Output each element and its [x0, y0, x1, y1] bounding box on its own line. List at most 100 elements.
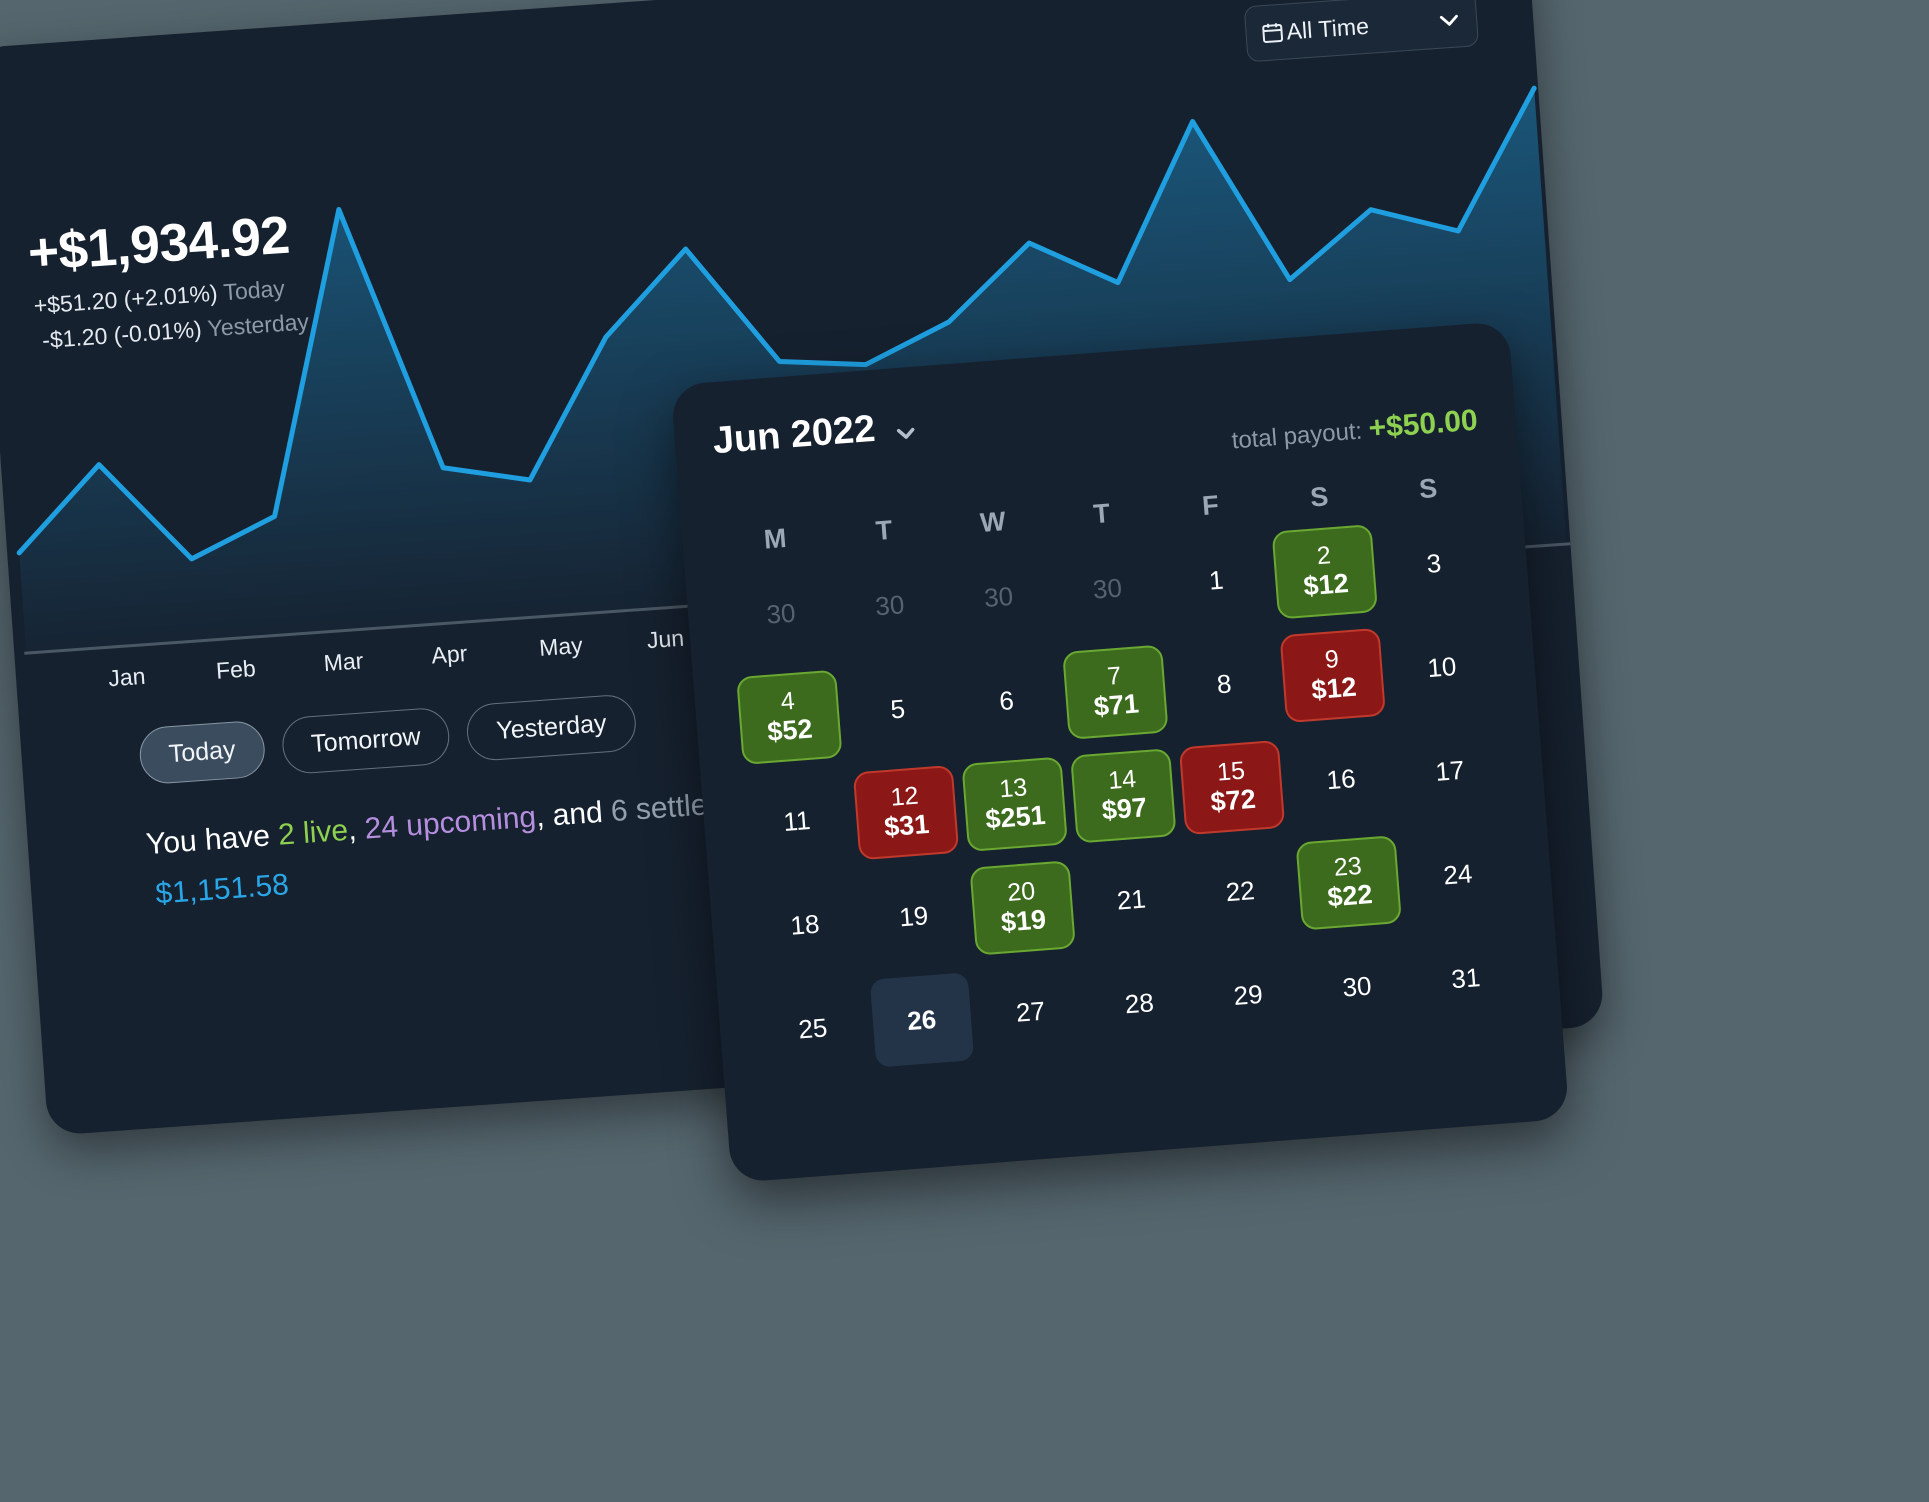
- day-payout-box[interactable]: 12 $31: [852, 764, 959, 861]
- calendar-day-21[interactable]: 21: [1073, 851, 1189, 949]
- x-tick-jan: Jan: [107, 662, 147, 692]
- calendar-day-14[interactable]: 14 $97: [1066, 747, 1182, 845]
- day-payout-box[interactable]: 9 $12: [1279, 627, 1387, 724]
- day-number: 24: [1442, 857, 1474, 891]
- calendar-day-1[interactable]: 1: [1158, 531, 1274, 629]
- x-tick-apr: Apr: [430, 639, 469, 669]
- day-payout-box[interactable]: 23 $22: [1295, 835, 1403, 931]
- calendar-day-4[interactable]: 4 $52: [731, 668, 847, 766]
- day-amount: $22: [1326, 878, 1374, 913]
- calendar-day-30: 30: [723, 565, 839, 663]
- x-tick-jun: Jun: [646, 624, 685, 654]
- calendar-icon: [1260, 20, 1286, 46]
- calendar-day-15[interactable]: 15 $72: [1174, 738, 1290, 836]
- calendar-day-31[interactable]: 31: [1408, 929, 1524, 1027]
- day-amount: $52: [766, 713, 814, 747]
- calendar-day-20[interactable]: 20 $19: [965, 859, 1081, 957]
- day-amount: $97: [1100, 791, 1148, 826]
- day-number: 23: [1332, 851, 1363, 882]
- day-number: 17: [1434, 754, 1466, 787]
- calendar-day-3[interactable]: 3: [1376, 514, 1492, 612]
- bets-sep-2: , and: [534, 795, 613, 834]
- payout-calendar-card: Jun 2022 total payout: +$50.00 M T W T F S S 3…: [670, 320, 1570, 1184]
- calendar-day-9[interactable]: 9 $12: [1275, 626, 1391, 724]
- bets-total-amount: $1,151.58: [154, 868, 290, 911]
- calendar-day-26[interactable]: 26: [864, 971, 980, 1069]
- day-number: 21: [1115, 883, 1147, 916]
- day-number: 2: [1315, 540, 1332, 570]
- day-number: 30: [1341, 969, 1373, 1003]
- calendar-day-13[interactable]: 13 $251: [957, 755, 1073, 853]
- today-highlight[interactable]: 26: [869, 972, 974, 1068]
- calendar-day-11[interactable]: 11: [739, 772, 855, 870]
- pill-yesterday-label: Yesterday: [495, 709, 608, 746]
- timeframe-select[interactable]: All Time: [1243, 0, 1480, 63]
- bets-upcoming-count[interactable]: 24 upcoming: [363, 801, 537, 846]
- day-amount: $71: [1092, 688, 1140, 722]
- calendar-day-23[interactable]: 23 $22: [1291, 834, 1407, 932]
- calendar-day-17[interactable]: 17: [1392, 722, 1508, 820]
- calendar-day-28[interactable]: 28: [1081, 954, 1197, 1052]
- day-number: 27: [1014, 995, 1047, 1028]
- calendar-day-27[interactable]: 27: [973, 963, 1089, 1061]
- day-payout-box[interactable]: 4 $52: [735, 669, 843, 766]
- chevron-down-icon: [1435, 6, 1463, 34]
- calendar-day-8[interactable]: 8: [1166, 635, 1282, 733]
- calendar-header: Jun 2022 total payout: +$50.00: [711, 358, 1479, 496]
- day-number: 30: [982, 580, 1015, 613]
- day-payout-box[interactable]: 2 $12: [1271, 524, 1379, 620]
- weekday-2: W: [978, 506, 1007, 539]
- calendar-day-6[interactable]: 6: [949, 651, 1065, 749]
- calendar-day-30[interactable]: 30: [1299, 937, 1415, 1035]
- x-tick-may: May: [538, 631, 584, 661]
- calendar-day-25[interactable]: 25: [755, 979, 871, 1077]
- day-number: 11: [782, 804, 812, 837]
- pill-today-label: Today: [167, 735, 237, 769]
- day-number: 9: [1323, 644, 1340, 674]
- day-payout-box[interactable]: 7 $71: [1062, 644, 1169, 740]
- day-number: 3: [1425, 547, 1443, 579]
- day-number: 14: [1107, 764, 1138, 795]
- pill-yesterday[interactable]: Yesterday: [465, 693, 638, 763]
- calendar-day-12[interactable]: 12 $31: [848, 764, 964, 862]
- calendar-day-7[interactable]: 7 $71: [1058, 643, 1174, 741]
- calendar-day-18[interactable]: 18: [747, 876, 863, 974]
- day-payout-box[interactable]: 13 $251: [961, 756, 1068, 852]
- calendar-day-30: 30: [941, 548, 1057, 646]
- timeframe-label: All Time: [1285, 12, 1370, 44]
- calendar-day-16[interactable]: 16: [1283, 730, 1399, 828]
- chevron-down-icon: [890, 412, 920, 442]
- day-number: 8: [1215, 667, 1233, 699]
- month-selector[interactable]: Jun 2022: [711, 405, 920, 464]
- calendar-day-5[interactable]: 5: [840, 660, 956, 758]
- pill-tomorrow[interactable]: Tomorrow: [280, 706, 452, 776]
- day-number: 4: [779, 686, 796, 716]
- calendar-day-22[interactable]: 22: [1182, 842, 1298, 940]
- day-number: 7: [1106, 661, 1123, 691]
- day-payout-box[interactable]: 14 $97: [1070, 748, 1177, 844]
- day-amount: $12: [1302, 567, 1350, 602]
- pill-today[interactable]: Today: [137, 719, 267, 786]
- day-number: 16: [1325, 762, 1357, 795]
- total-payout-value: +$50.00: [1367, 403, 1479, 445]
- day-number: 30: [874, 588, 906, 621]
- day-payout-box[interactable]: 15 $72: [1178, 739, 1286, 836]
- day-payout-box[interactable]: 20 $19: [969, 860, 1076, 956]
- calendar-day-24[interactable]: 24: [1400, 825, 1516, 923]
- calendar-day-2[interactable]: 2 $12: [1267, 523, 1383, 621]
- day-number: 1: [1207, 564, 1225, 596]
- calendar-day-10[interactable]: 10: [1384, 618, 1500, 716]
- calendar-day-29[interactable]: 29: [1190, 946, 1306, 1044]
- day-number: 6: [998, 684, 1015, 716]
- day-number: 25: [797, 1011, 829, 1044]
- day-number: 13: [998, 772, 1029, 803]
- bets-live-count[interactable]: 2 live: [277, 814, 349, 852]
- day-number: 15: [1215, 756, 1246, 787]
- calendar-day-19[interactable]: 19: [856, 867, 972, 965]
- weekday-4: F: [1201, 489, 1220, 521]
- weekday-3: T: [1092, 498, 1112, 530]
- day-number: 12: [889, 781, 920, 812]
- calendar-day-30: 30: [1050, 539, 1166, 637]
- day-amount: $31: [883, 808, 931, 842]
- day-amount: $251: [984, 799, 1047, 835]
